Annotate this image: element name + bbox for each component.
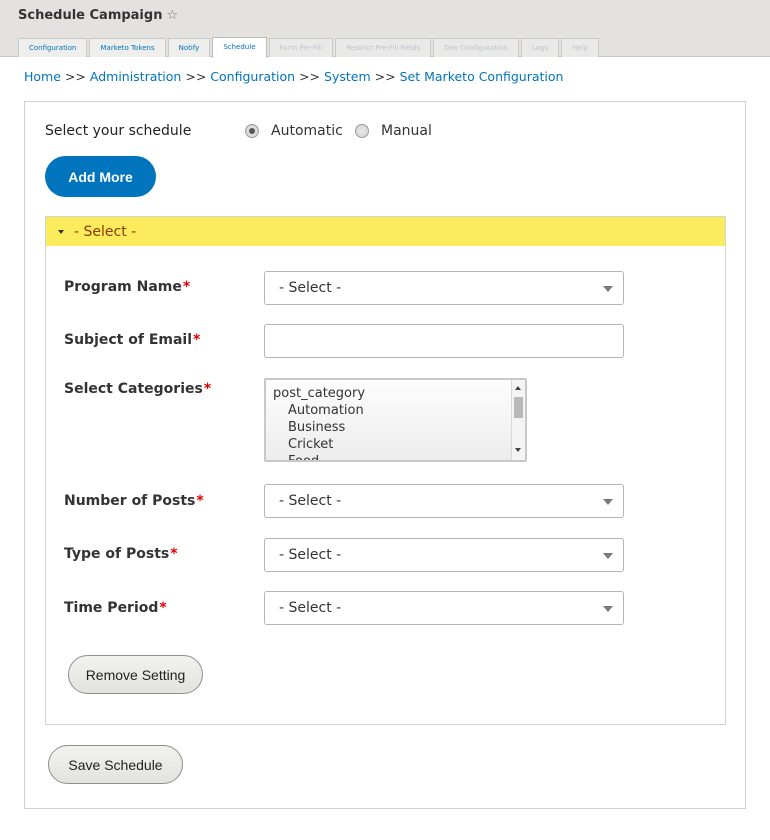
category-option[interactable]: Business [273, 419, 365, 436]
fieldset-legend-text: - Select - [74, 223, 137, 240]
breadcrumb: Home >> Administration >> Configuration >> Sys… [24, 69, 563, 84]
tab-marketo-tokens[interactable]: Marketo Tokens [89, 38, 166, 57]
required-marker: * [196, 493, 204, 509]
subject-of-email-label: Subject of Email* [64, 332, 200, 348]
program-name-label: Program Name* [64, 279, 190, 295]
radio-checked-icon[interactable] [245, 124, 259, 138]
schedule-label: Select your schedule [45, 123, 192, 139]
dropdown-arrow-icon [603, 286, 613, 292]
program-name-select[interactable]: - Select - [264, 271, 624, 305]
fieldset-legend[interactable]: - Select - [46, 217, 725, 246]
breadcrumb-separator: >> [64, 69, 86, 84]
breadcrumb-separator: >> [374, 69, 396, 84]
schedule-setting-fieldset: - Select - Program Name* - Select - Subj… [45, 216, 726, 725]
radio-manual[interactable]: Manual [355, 123, 432, 139]
select-categories-label-text: Select Categories [64, 381, 203, 397]
number-of-posts-select[interactable]: - Select - [264, 484, 624, 518]
scroll-thumb[interactable] [514, 397, 523, 418]
subject-of-email-label-text: Subject of Email [64, 332, 193, 348]
breadcrumb-administration[interactable]: Administration [90, 69, 181, 84]
radio-automatic[interactable]: Automatic [245, 123, 343, 139]
number-of-posts-select-value: - Select - [279, 493, 342, 509]
categories-listbox[interactable]: post_category Automation Business Cricke… [264, 378, 527, 462]
required-marker: * [170, 546, 178, 562]
tab-schedule[interactable]: Schedule [212, 37, 267, 58]
breadcrumb-system[interactable]: System [324, 69, 371, 84]
schedule-form-panel: Select your schedule Automatic Manual Ad… [24, 101, 746, 809]
category-group-label: post_category [273, 386, 366, 401]
select-categories-label: Select Categories* [64, 381, 211, 397]
remove-setting-button[interactable]: Remove Setting [68, 655, 203, 694]
time-period-label-text: Time Period [64, 600, 159, 616]
breadcrumb-separator: >> [185, 69, 207, 84]
breadcrumb-separator: >> [299, 69, 321, 84]
page-title-text: Schedule Campaign [18, 8, 163, 23]
tab-configuration[interactable]: Configuration [18, 38, 88, 57]
type-of-posts-select-value: - Select - [279, 547, 342, 563]
tab-form-pre-fill[interactable]: Form Pre-Fill [268, 38, 334, 57]
type-of-posts-label: Type of Posts* [64, 546, 178, 562]
star-icon[interactable]: ☆ [166, 8, 178, 23]
dropdown-arrow-icon [603, 606, 613, 612]
tab-help[interactable]: Help [561, 38, 599, 57]
radio-manual-label: Manual [381, 123, 432, 139]
tab-logs[interactable]: Logs [520, 38, 560, 57]
required-marker: * [159, 600, 167, 616]
required-marker: * [203, 381, 212, 397]
tab-dev-configuration[interactable]: Dev Configuration [433, 38, 519, 57]
tab-notify[interactable]: Notify [167, 38, 211, 57]
program-name-label-text: Program Name [64, 279, 182, 295]
add-more-button[interactable]: Add More [45, 156, 156, 197]
listbox-scrollbar[interactable] [511, 380, 525, 460]
scroll-up-icon[interactable] [515, 386, 521, 390]
program-name-select-value: - Select - [279, 280, 342, 296]
required-marker: * [193, 332, 201, 348]
breadcrumb-set-marketo-configuration[interactable]: Set Marketo Configuration [400, 69, 564, 84]
subject-of-email-input[interactable] [264, 324, 624, 358]
dropdown-arrow-icon [603, 499, 613, 505]
breadcrumb-home[interactable]: Home [24, 69, 61, 84]
tab-restrict-pre-fill-fields[interactable]: Restrict Pre-Fill Fields [335, 38, 432, 57]
scroll-down-icon[interactable] [515, 448, 521, 452]
number-of-posts-label: Number of Posts* [64, 493, 204, 509]
collapse-triangle-icon[interactable] [58, 229, 64, 234]
radio-automatic-label: Automatic [271, 123, 343, 139]
page-header: Schedule Campaign ☆ Configuration Marketo… [0, 0, 770, 58]
page-title: Schedule Campaign ☆ [18, 8, 178, 23]
number-of-posts-label-text: Number of Posts [64, 493, 196, 509]
time-period-select-value: - Select - [279, 600, 342, 616]
type-of-posts-select[interactable]: - Select - [264, 538, 624, 572]
radio-unchecked-icon[interactable] [355, 124, 369, 138]
save-schedule-button[interactable]: Save Schedule [48, 745, 183, 784]
time-period-label: Time Period* [64, 600, 167, 616]
categories-list: post_category Automation Business Cricke… [273, 385, 366, 460]
category-option[interactable]: Cricket [273, 436, 365, 453]
tab-bar: Configuration Marketo Tokens Notify Sche… [18, 37, 601, 58]
dropdown-arrow-icon [603, 553, 613, 559]
required-marker: * [182, 279, 191, 295]
type-of-posts-label-text: Type of Posts [64, 546, 170, 562]
breadcrumb-configuration[interactable]: Configuration [210, 69, 295, 84]
category-option[interactable]: Food [273, 453, 365, 460]
time-period-select[interactable]: - Select - [264, 591, 624, 625]
category-option[interactable]: Automation [273, 402, 365, 419]
